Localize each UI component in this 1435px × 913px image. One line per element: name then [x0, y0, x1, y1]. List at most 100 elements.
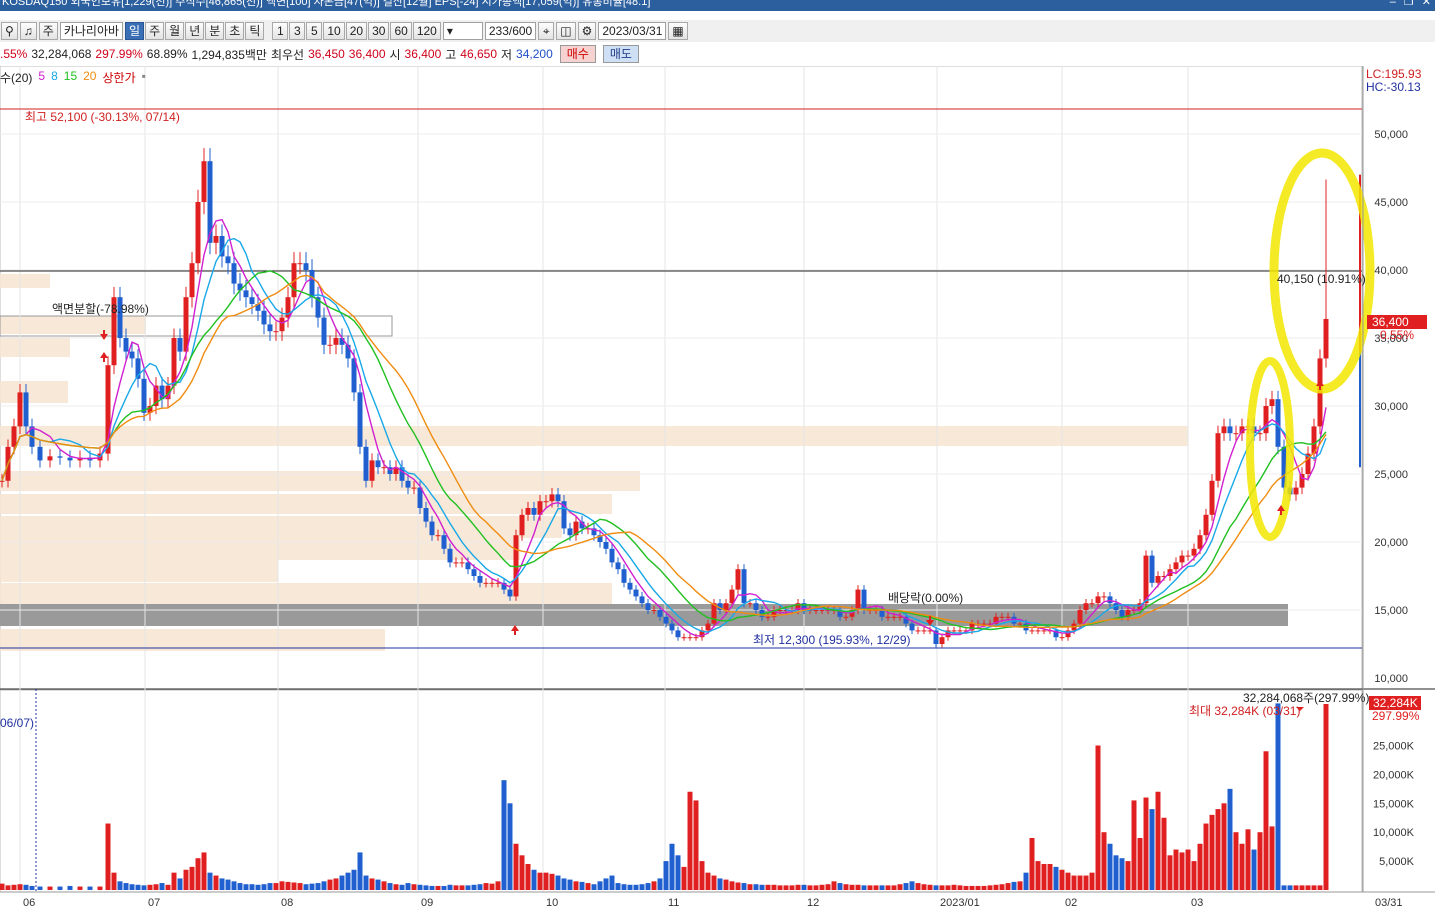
interval-button-20[interactable]: 20	[345, 22, 368, 40]
price-tick-label: 45,000	[1374, 197, 1408, 209]
candle-body	[723, 603, 729, 610]
volume-bar	[909, 881, 915, 890]
interval-button-5[interactable]: 5	[306, 22, 323, 40]
chart-toolbar: ⚲ ♫ 주 카나리아바 일주월년분초틱 1 3 5 10 20 30 60 120 ▾ 233…	[0, 20, 1435, 42]
volume-bar	[1209, 814, 1215, 890]
volume-bar	[999, 884, 1005, 890]
candle-body	[369, 460, 375, 481]
stock-type-button[interactable]: 주	[38, 22, 58, 40]
save-icon[interactable]: ◫	[556, 22, 576, 40]
volume-bar	[1035, 861, 1041, 890]
candle-body	[735, 569, 741, 590]
period-tab-5[interactable]: 초	[225, 22, 245, 40]
count-input[interactable]: 233/600	[484, 22, 537, 40]
volume-bar	[1077, 875, 1083, 890]
volume-bar	[333, 878, 339, 890]
volume-bar	[729, 881, 735, 890]
interval-button-30[interactable]: 30	[368, 22, 390, 40]
volume-bar	[945, 885, 951, 890]
candle-body	[885, 616, 891, 618]
candle-body	[507, 589, 513, 597]
candle-body	[67, 457, 73, 461]
volume-bar	[195, 858, 201, 890]
volume-bar	[363, 875, 369, 890]
title-bar: KOSDAQ150 외국인보유[1,229(천)] 주식수[46,865(천)]…	[0, 0, 1435, 11]
volume-bar	[927, 884, 933, 890]
interval-button-3[interactable]: 3	[289, 22, 306, 40]
period-tab-6[interactable]: 틱	[245, 22, 265, 40]
volume-bar	[951, 884, 957, 890]
candle-body	[0, 480, 5, 482]
period-tab-3[interactable]: 년	[185, 22, 205, 40]
volume-bar	[813, 885, 819, 890]
volume-bar	[1125, 861, 1131, 890]
candle-body	[1155, 576, 1161, 583]
price-tick-label: 10,000	[1374, 673, 1408, 685]
candle-body	[489, 582, 495, 584]
volume-bar	[1161, 817, 1167, 890]
volume-bar	[399, 884, 405, 890]
candle-body	[333, 338, 339, 345]
volume-bar	[57, 886, 63, 890]
legend-ma15: 15	[63, 69, 78, 83]
volume-bar	[885, 885, 891, 890]
volume-bar	[1089, 872, 1095, 890]
volume-bar	[1095, 745, 1101, 890]
interval-button-10[interactable]: 10	[323, 22, 345, 40]
interval-dropdown[interactable]: ▾	[442, 22, 483, 40]
volume-bar	[67, 885, 73, 890]
volume-bar	[1221, 803, 1227, 890]
buy-button[interactable]: 매수	[559, 45, 596, 63]
volume-bar	[1137, 837, 1143, 890]
period-tab-2[interactable]: 월	[165, 22, 185, 40]
volume-bar	[903, 883, 909, 890]
volume-bar	[969, 885, 975, 890]
interval-button-1[interactable]: 1	[272, 22, 289, 40]
volume-bar	[47, 886, 53, 890]
volume-bar	[1113, 855, 1119, 890]
volume-bar	[501, 780, 507, 890]
stock-chart-window: KOSDAQ150 외국인보유[1,229(천)] 주식수[46,865(천)]…	[0, 0, 1435, 913]
stock-name-input[interactable]: 카나리아바	[59, 22, 124, 40]
sell-button[interactable]: 매도	[602, 45, 639, 63]
speaker-icon[interactable]: ♫	[19, 22, 37, 40]
volume-bar	[861, 885, 867, 890]
candle-body	[1179, 555, 1185, 563]
candle-body	[921, 630, 927, 632]
quote-low: 34,200	[516, 47, 553, 61]
search-icon[interactable]: ⚲	[1, 22, 18, 40]
date-input[interactable]: 2023/03/31	[598, 22, 667, 40]
calendar-icon[interactable]: ▦	[668, 22, 688, 40]
restore-icon[interactable]: ❐	[1404, 0, 1414, 8]
volume-bar	[261, 884, 267, 890]
volume-bar	[699, 861, 705, 890]
volume-bar	[465, 885, 471, 890]
interval-button-120[interactable]: 120	[412, 22, 441, 40]
candle-body	[129, 351, 135, 359]
minimize-icon[interactable]: –	[1390, 0, 1396, 8]
volume-bar	[1185, 849, 1191, 890]
period-tab-1[interactable]: 주	[145, 22, 165, 40]
period-tab-0[interactable]: 일	[125, 22, 145, 40]
volume-bar	[177, 878, 183, 890]
quote-low-label: 저	[501, 47, 513, 62]
last-candle-body	[1323, 318, 1329, 359]
price-chart[interactable]: 50,00045,00040,00035,00030,00025,00020,0…	[0, 66, 1435, 913]
volume-bar	[1317, 885, 1323, 890]
volume-bar	[489, 883, 495, 890]
volume-bar	[117, 881, 123, 890]
volume-profile-bar	[0, 516, 562, 538]
candle-body	[423, 508, 429, 522]
volume-bar	[657, 878, 663, 890]
volume-bar	[159, 883, 165, 890]
settings-icon[interactable]: ⚙	[577, 22, 597, 40]
volume-bar	[1131, 800, 1137, 890]
period-tab-4[interactable]: 분	[205, 22, 225, 40]
volume-bar	[723, 879, 729, 890]
candle-body	[1257, 433, 1263, 435]
crosshair-icon[interactable]: ⌖	[538, 22, 555, 40]
candle-body	[621, 569, 627, 583]
interval-button-60[interactable]: 60	[390, 22, 412, 40]
volume-bar	[837, 883, 843, 890]
close-icon[interactable]: ✕	[1422, 0, 1431, 8]
